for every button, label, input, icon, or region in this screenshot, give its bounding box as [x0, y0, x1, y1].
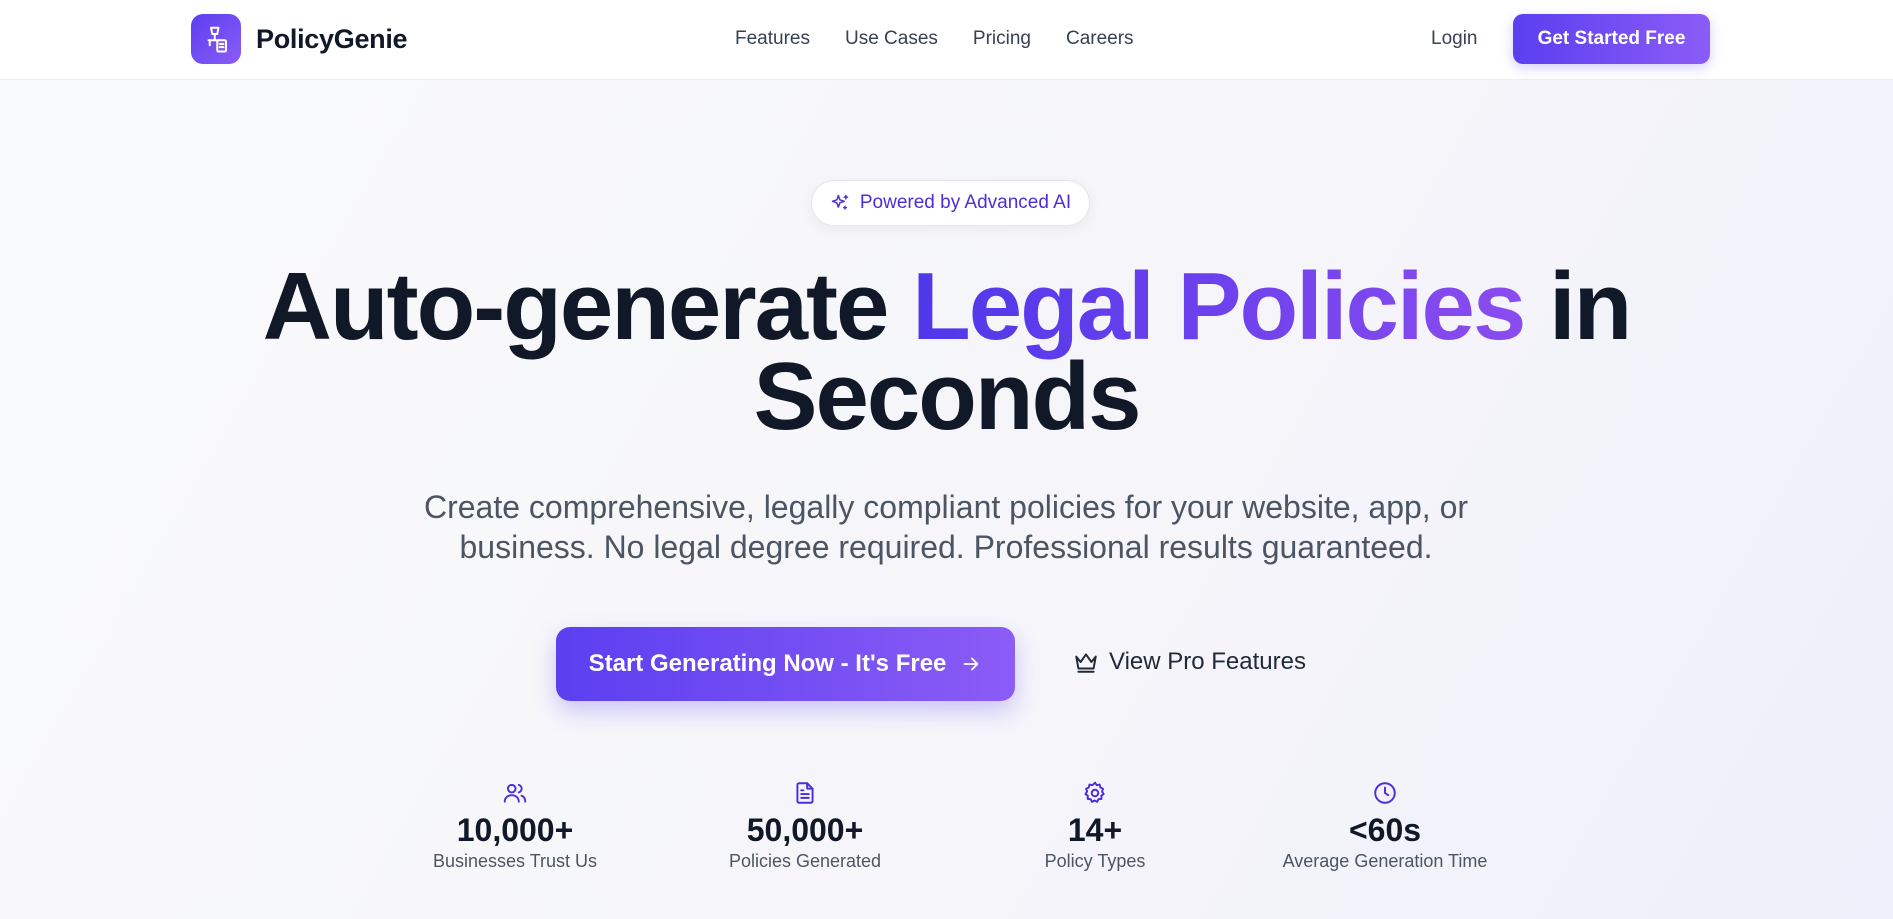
- view-pro-features-link[interactable]: View Pro Features: [1073, 648, 1306, 676]
- login-link[interactable]: Login: [1431, 28, 1478, 50]
- stat-value: 50,000+: [746, 812, 864, 848]
- nav-features[interactable]: Features: [735, 28, 810, 50]
- sparkles-icon: [831, 194, 849, 210]
- nav-pricing[interactable]: Pricing: [973, 28, 1031, 50]
- brand[interactable]: PolicyGenie: [191, 14, 408, 64]
- clock-icon: [1374, 782, 1396, 804]
- stat-value: 14+: [1067, 812, 1123, 848]
- arrow-right-icon: [964, 657, 979, 671]
- get-started-button[interactable]: Get Started Free: [1513, 14, 1710, 64]
- hero-subtitle: Create comprehensive, legally compliant …: [396, 487, 1496, 567]
- start-generating-label: Start Generating Now - It's Free: [588, 650, 947, 677]
- headline-line2: Seconds: [753, 343, 1141, 450]
- stat-label: Policy Types: [1044, 851, 1146, 871]
- stat-businesses: 10,000+ Businesses Trust Us: [395, 780, 635, 872]
- view-pro-features-label: View Pro Features: [1109, 648, 1306, 675]
- hero-headline: Auto-generate Legal Policies in Seconds: [0, 259, 1893, 445]
- stat-label: Policies Generated: [728, 851, 882, 871]
- badge-text: Powered by Advanced AI: [859, 192, 1072, 213]
- stat-value: 10,000+: [456, 812, 574, 848]
- headline-part2: in: [1524, 253, 1632, 360]
- brand-logo-icon: [191, 14, 241, 64]
- stat-label: Businesses Trust Us: [432, 851, 598, 871]
- stat-value: <60s: [1348, 812, 1422, 848]
- main-nav: Features Use Cases Pricing Careers: [735, 28, 1134, 50]
- stat-generation-time: <60s Average Generation Time: [1265, 780, 1505, 872]
- stat-policy-types: 14+ Policy Types: [975, 780, 1215, 872]
- subtitle-line1: Create comprehensive, legally compliant …: [423, 489, 1469, 525]
- users-icon: [503, 783, 527, 803]
- nav-careers[interactable]: Careers: [1066, 28, 1134, 50]
- crown-icon: [1075, 653, 1097, 673]
- brand-name: PolicyGenie: [256, 23, 408, 54]
- stat-label: Average Generation Time: [1282, 851, 1488, 871]
- nav-use-cases[interactable]: Use Cases: [845, 28, 938, 50]
- stat-policies: 50,000+ Policies Generated: [685, 780, 925, 872]
- start-generating-button[interactable]: Start Generating Now - It's Free: [556, 627, 1015, 701]
- top-nav-bar: PolicyGenie Features Use Cases Pricing C…: [0, 0, 1893, 80]
- gear-icon: [1084, 781, 1105, 803]
- subtitle-line2: business. No legal degree required. Prof…: [459, 529, 1433, 565]
- ai-badge: Powered by Advanced AI: [811, 180, 1090, 226]
- document-icon: [796, 782, 814, 804]
